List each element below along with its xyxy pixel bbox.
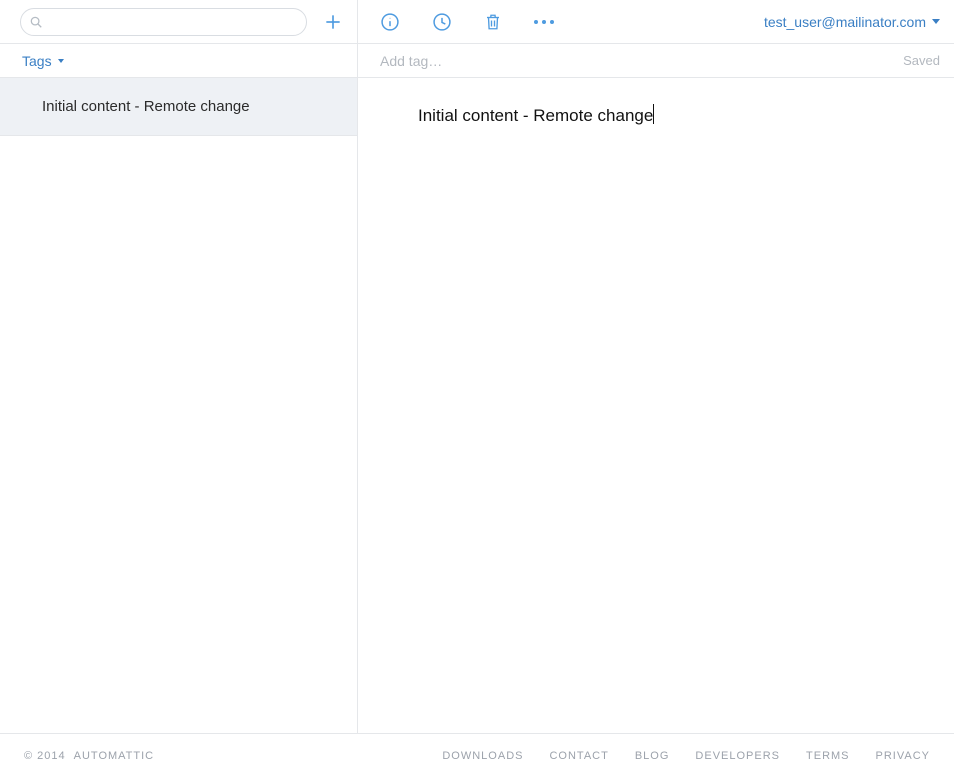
editor-content[interactable]: Initial content - Remote change [418, 106, 653, 125]
sidebar-header [0, 0, 358, 43]
footer-nav: DOWNLOADS CONTACT BLOG DEVELOPERS TERMS … [442, 750, 930, 762]
editor-pane[interactable]: Initial content - Remote change [358, 78, 954, 733]
history-icon[interactable] [432, 12, 452, 32]
note-title: Initial content - Remote change [42, 98, 250, 115]
trash-icon[interactable] [484, 12, 502, 32]
note-list: Initial content - Remote change [0, 78, 358, 733]
search-icon [29, 15, 43, 29]
tags-panel-header: Tags [0, 44, 358, 77]
chevron-down-icon [932, 19, 940, 24]
footer-link-downloads[interactable]: DOWNLOADS [442, 750, 523, 762]
user-menu[interactable]: test_user@mailinator.com [764, 14, 940, 30]
user-email: test_user@mailinator.com [764, 14, 926, 30]
chevron-down-icon [58, 59, 64, 63]
tags-dropdown[interactable]: Tags [22, 53, 64, 69]
save-status: Saved [903, 53, 940, 68]
footer-link-terms[interactable]: TERMS [806, 750, 850, 762]
info-icon[interactable] [380, 12, 400, 32]
tags-label: Tags [22, 53, 52, 69]
editor-header: test_user@mailinator.com [358, 0, 954, 43]
company-name: AUTOMATTIC [74, 750, 154, 762]
footer-copyright: © 2014 AUTOMATTIC [24, 750, 154, 762]
add-note-button[interactable] [319, 8, 347, 36]
note-list-item[interactable]: Initial content - Remote change [0, 78, 357, 136]
footer-link-contact[interactable]: CONTACT [549, 750, 608, 762]
toolbar [380, 12, 554, 32]
more-icon[interactable] [534, 20, 554, 24]
footer-link-blog[interactable]: BLOG [635, 750, 670, 762]
footer-link-developers[interactable]: DEVELOPERS [695, 750, 780, 762]
header: test_user@mailinator.com [0, 0, 954, 44]
footer: © 2014 AUTOMATTIC DOWNLOADS CONTACT BLOG… [0, 733, 954, 777]
footer-link-privacy[interactable]: PRIVACY [876, 750, 930, 762]
search-wrap [20, 8, 307, 36]
text-cursor [653, 104, 654, 124]
add-tag-input[interactable]: Add tag… [380, 53, 442, 69]
subheader: Tags Add tag… Saved [0, 44, 954, 78]
tag-bar: Add tag… Saved [358, 44, 954, 77]
copyright-prefix: © 2014 [24, 750, 66, 762]
search-input[interactable] [20, 8, 307, 36]
main: Initial content - Remote change Initial … [0, 78, 954, 733]
